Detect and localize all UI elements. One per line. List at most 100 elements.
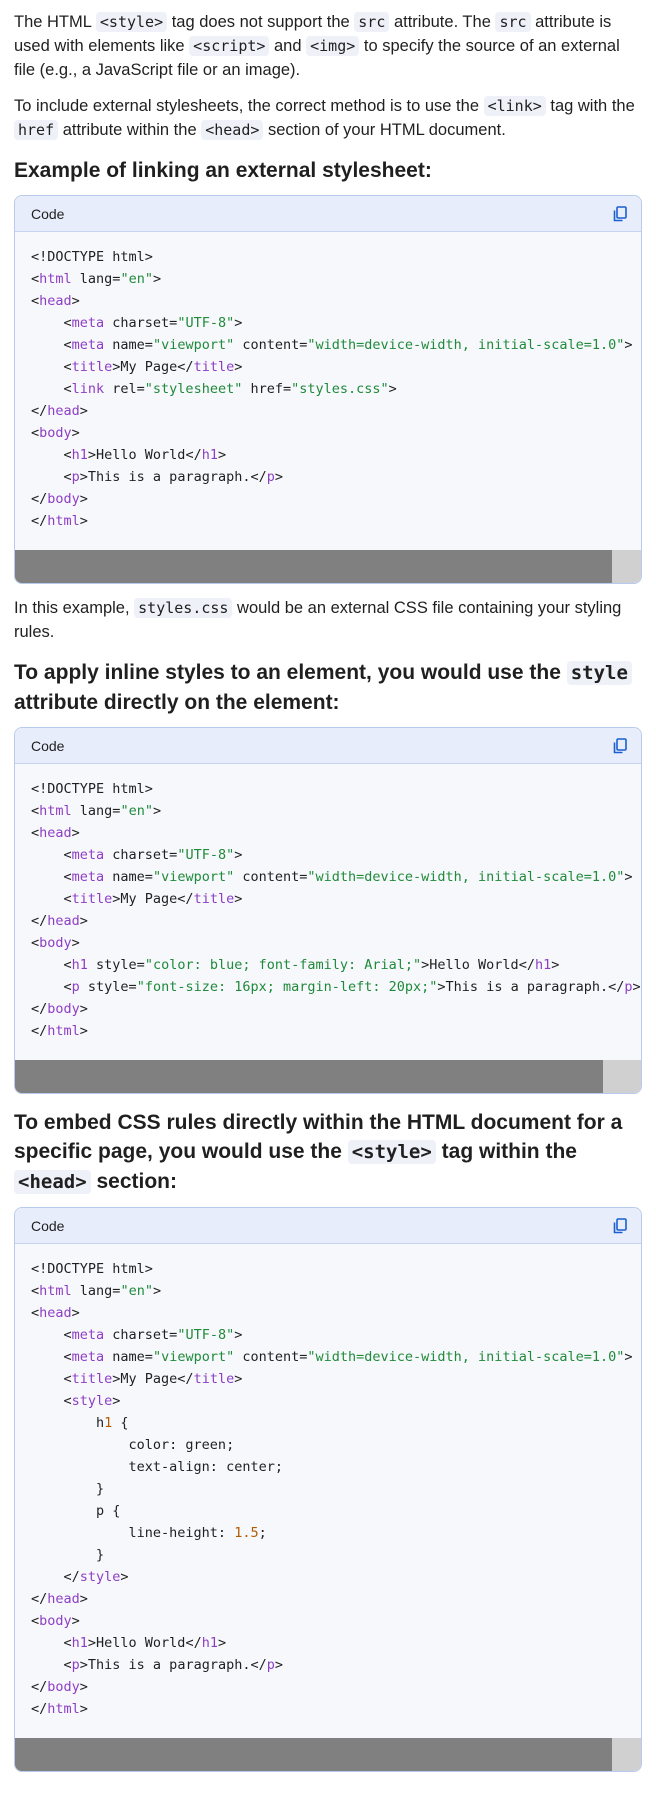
code-token: h1 bbox=[534, 957, 552, 973]
code-token: title bbox=[71, 1371, 113, 1387]
code-token: <!DOCTYPE html> bbox=[31, 249, 153, 265]
code-token: body bbox=[39, 935, 72, 951]
code-line: </body> bbox=[31, 998, 641, 1020]
code-line: <body> bbox=[31, 422, 641, 444]
code-token: } bbox=[31, 1547, 105, 1563]
scrollbar-thumb[interactable] bbox=[15, 1060, 603, 1093]
code-line: <title>My Page</title> bbox=[31, 888, 641, 910]
code-token: < bbox=[31, 271, 40, 287]
code-token: > bbox=[71, 1305, 80, 1321]
inline-code: src bbox=[495, 12, 531, 32]
code-token: > bbox=[71, 1613, 80, 1629]
code-token: </ bbox=[31, 513, 48, 529]
code-token: 1.5 bbox=[234, 1525, 259, 1541]
code-token: head bbox=[47, 1591, 80, 1607]
code-token: title bbox=[193, 891, 235, 907]
code-token: > bbox=[79, 913, 88, 929]
inline-code: <style> bbox=[347, 1140, 436, 1164]
code-token: meta bbox=[71, 337, 105, 353]
code-line: <h1>Hello World</h1> bbox=[31, 1632, 641, 1654]
code-token: meta bbox=[71, 1327, 105, 1343]
horizontal-scrollbar[interactable] bbox=[15, 1060, 641, 1093]
text: and bbox=[269, 37, 307, 55]
code-token: > bbox=[79, 1701, 88, 1717]
text: To include external stylesheets, the cor… bbox=[14, 97, 484, 115]
code-line: <!DOCTYPE html> bbox=[31, 778, 641, 800]
text: tag with the bbox=[545, 97, 635, 115]
text: section: bbox=[90, 1170, 177, 1193]
scrollbar-thumb[interactable] bbox=[15, 1738, 613, 1771]
code-token: "UTF-8" bbox=[177, 315, 235, 331]
code-token: > bbox=[274, 469, 283, 485]
code-token: p bbox=[71, 979, 80, 995]
text: section of your HTML document. bbox=[263, 121, 506, 139]
code-block-embedded-css: Code <!DOCTYPE html> <html lang="en"> <hea… bbox=[14, 1207, 642, 1772]
code-line: <meta name="viewport" content="width=dev… bbox=[31, 866, 641, 888]
code-line: <html lang="en"> bbox=[31, 268, 641, 290]
code-line: </html> bbox=[31, 1020, 641, 1042]
code-token: "viewport" bbox=[152, 337, 235, 353]
inline-code: <link> bbox=[483, 96, 546, 116]
code-token: < bbox=[31, 469, 72, 485]
code-token: < bbox=[31, 293, 40, 309]
code-token: </ bbox=[31, 1701, 48, 1717]
code-token: > bbox=[234, 847, 243, 863]
code-token: < bbox=[31, 337, 72, 353]
text: attribute. The bbox=[389, 13, 496, 31]
code-token: title bbox=[193, 359, 235, 375]
code-token: </ bbox=[31, 491, 48, 507]
scrollbar-thumb[interactable] bbox=[15, 550, 613, 583]
code-token: < bbox=[31, 1327, 72, 1343]
code-token: title bbox=[71, 891, 113, 907]
inline-code: src bbox=[354, 12, 390, 32]
code-line: </head> bbox=[31, 910, 641, 932]
code-token: p bbox=[624, 979, 633, 995]
code-token: > bbox=[79, 1591, 88, 1607]
code-line: </html> bbox=[31, 510, 641, 532]
code-token: "width=device-width, initial-scale=1.0" bbox=[307, 869, 625, 885]
code-token: </ bbox=[31, 1679, 48, 1695]
code-token: < bbox=[31, 957, 72, 973]
code-line: <!DOCTYPE html> bbox=[31, 1258, 641, 1280]
text: The HTML bbox=[14, 13, 96, 31]
code-token: > bbox=[79, 1001, 88, 1017]
code-line: color: green; bbox=[31, 1434, 641, 1456]
code-token: > bbox=[234, 1327, 243, 1343]
code-line: </head> bbox=[31, 1588, 641, 1610]
inline-code: <img> bbox=[306, 36, 360, 56]
code-token: content= bbox=[234, 869, 308, 885]
code-line: <style> bbox=[31, 1390, 641, 1412]
code-token: h1 bbox=[71, 447, 88, 463]
inline-code: href bbox=[14, 120, 59, 140]
code-token: > bbox=[274, 1657, 283, 1673]
code-line: <body> bbox=[31, 932, 641, 954]
code-token: head bbox=[39, 293, 72, 309]
code-token: charset= bbox=[104, 315, 178, 331]
code-token: "en" bbox=[120, 1283, 153, 1299]
code-token: head bbox=[39, 1305, 72, 1321]
text: attribute directly on the element: bbox=[14, 691, 340, 714]
copy-icon[interactable] bbox=[611, 737, 629, 755]
code-token: >My Page</ bbox=[112, 1371, 194, 1387]
code-token: style= bbox=[79, 979, 137, 995]
copy-icon[interactable] bbox=[611, 205, 629, 223]
code-token: h1 bbox=[201, 447, 218, 463]
code-token: head bbox=[47, 913, 80, 929]
text: In this example, bbox=[14, 599, 135, 617]
code-token: content= bbox=[234, 337, 308, 353]
code-token: < bbox=[31, 447, 72, 463]
code-token: name= bbox=[104, 1349, 153, 1365]
code-line: <title>My Page</title> bbox=[31, 356, 641, 378]
horizontal-scrollbar[interactable] bbox=[15, 550, 641, 583]
code-line: p { bbox=[31, 1500, 641, 1522]
code-token: >My Page</ bbox=[112, 891, 194, 907]
code-line: </body> bbox=[31, 1676, 641, 1698]
code-token: < bbox=[31, 847, 72, 863]
code-token: head bbox=[39, 825, 72, 841]
copy-icon[interactable] bbox=[611, 1217, 629, 1235]
code-token: link bbox=[71, 381, 105, 397]
code-token: html bbox=[39, 1283, 72, 1299]
horizontal-scrollbar[interactable] bbox=[15, 1738, 641, 1771]
code-token: > bbox=[217, 1635, 227, 1651]
code-line: <head> bbox=[31, 1302, 641, 1324]
